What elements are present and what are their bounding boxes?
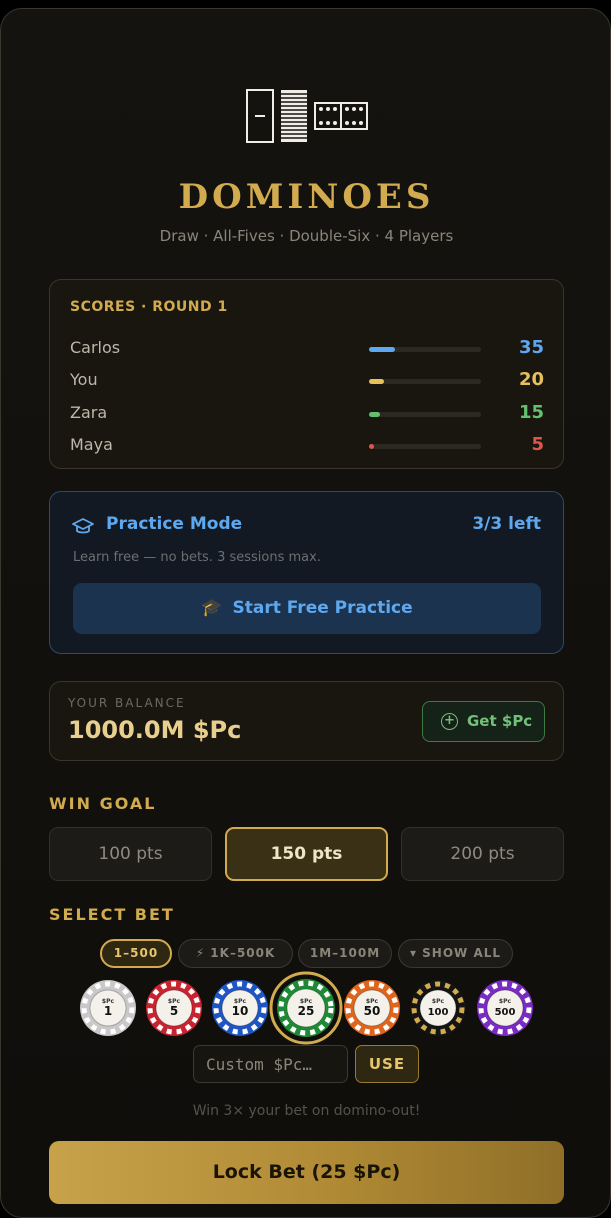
bet-chip[interactable]: $Pc1 [79, 979, 137, 1037]
win-goal-option[interactable]: 100 pts [49, 827, 212, 881]
player-score: 35 [518, 337, 544, 358]
practice-mode-title: Practice Mode [106, 514, 243, 534]
win-note: Win 3× your bet on domino-out! [192, 1103, 421, 1119]
chip-value: 10 [232, 1004, 249, 1018]
chip-value: 50 [364, 1004, 381, 1018]
plus-circle-icon: + [441, 713, 458, 730]
graduation-cap-icon [72, 518, 94, 534]
win-goal-option[interactable]: 150 pts [225, 827, 388, 881]
score-progress-fill [369, 444, 374, 449]
bet-chip[interactable]: $Pc25 [269, 971, 343, 1045]
chip-value: 1 [104, 1004, 112, 1018]
player-name: Carlos [70, 338, 121, 357]
start-free-practice-button[interactable]: 🎓 Start Free Practice [73, 583, 541, 634]
app-frame: DOMINOES Draw · All-Fives · Double-Six ·… [0, 8, 611, 1218]
score-progress-track [369, 379, 481, 384]
bet-chip[interactable]: $Pc 100 [409, 979, 467, 1037]
balance-value: 1000.0M $Pc [68, 716, 242, 744]
player-score: 5 [531, 434, 544, 455]
scores-heading: SCORES · ROUND 1 [70, 299, 228, 315]
player-name: Maya [70, 435, 113, 454]
chip-value: 25 [298, 1004, 315, 1018]
practice-description: Learn free — no bets. 3 sessions max. [73, 550, 321, 565]
score-row: Zara 15 [70, 402, 544, 425]
score-row: Carlos 35 [70, 337, 544, 360]
use-custom-bet-button[interactable]: USE [355, 1045, 419, 1083]
bet-chip[interactable]: $Pc 500 [476, 979, 534, 1037]
custom-bet-input[interactable] [193, 1045, 348, 1083]
chip-unit: $Pc [432, 998, 445, 1005]
get-pc-button[interactable]: + Get $Pc [422, 701, 545, 742]
lock-bet-button[interactable]: Lock Bet (25 $Pc) [49, 1141, 564, 1204]
chip-value: 500 [495, 1007, 516, 1018]
chip-value: 100 [428, 1007, 449, 1018]
player-name: Zara [70, 403, 108, 422]
bet-chip[interactable]: $Pc5 [145, 979, 203, 1037]
score-row: You 20 [70, 369, 544, 392]
win-goal-label: WIN GOAL [49, 794, 157, 813]
player-name: You [70, 370, 98, 389]
player-score: 20 [518, 369, 544, 390]
chip-value: 5 [170, 1004, 178, 1018]
player-score: 15 [518, 402, 544, 423]
score-progress-track [369, 412, 481, 417]
get-pc-label: Get $Pc [467, 712, 533, 730]
score-row: Maya 5 [70, 434, 544, 457]
game-title: DOMINOES [178, 177, 435, 217]
bet-range-tab[interactable]: ⚡ 1K–500K [178, 939, 293, 968]
bet-range-tab[interactable]: 1–500 [100, 939, 172, 968]
score-progress-track [369, 347, 481, 352]
dominoes-logo-icon [246, 89, 368, 143]
bet-range-tab[interactable]: 1M–100M [298, 939, 392, 968]
bet-chip[interactable]: $Pc50 [343, 979, 401, 1037]
bet-chip[interactable]: $Pc10 [211, 979, 269, 1037]
score-progress-track [369, 444, 481, 449]
score-progress-fill [369, 412, 380, 417]
bet-range-tab[interactable]: ▾ SHOW ALL [398, 939, 513, 968]
chip-unit: $Pc [499, 998, 512, 1005]
win-goal-option[interactable]: 200 pts [401, 827, 564, 881]
start-free-practice-label: Start Free Practice [232, 598, 413, 618]
practice-mode-panel: Practice Mode 3/3 left Learn free — no b… [49, 491, 564, 654]
game-subtitle: Draw · All-Fives · Double-Six · 4 Player… [159, 227, 454, 245]
graduation-cap-icon: 🎓 [201, 598, 223, 618]
score-progress-fill [369, 379, 384, 384]
balance-panel: YOUR BALANCE 1000.0M $Pc + Get $Pc [49, 681, 564, 761]
balance-label: YOUR BALANCE [68, 696, 186, 710]
practice-sessions-left: 3/3 left [472, 514, 541, 534]
select-bet-label: SELECT BET [49, 905, 175, 924]
scores-panel: SCORES · ROUND 1 Carlos 35 You 20 Zara 15 Maya… [49, 279, 564, 469]
score-progress-fill [369, 347, 395, 352]
